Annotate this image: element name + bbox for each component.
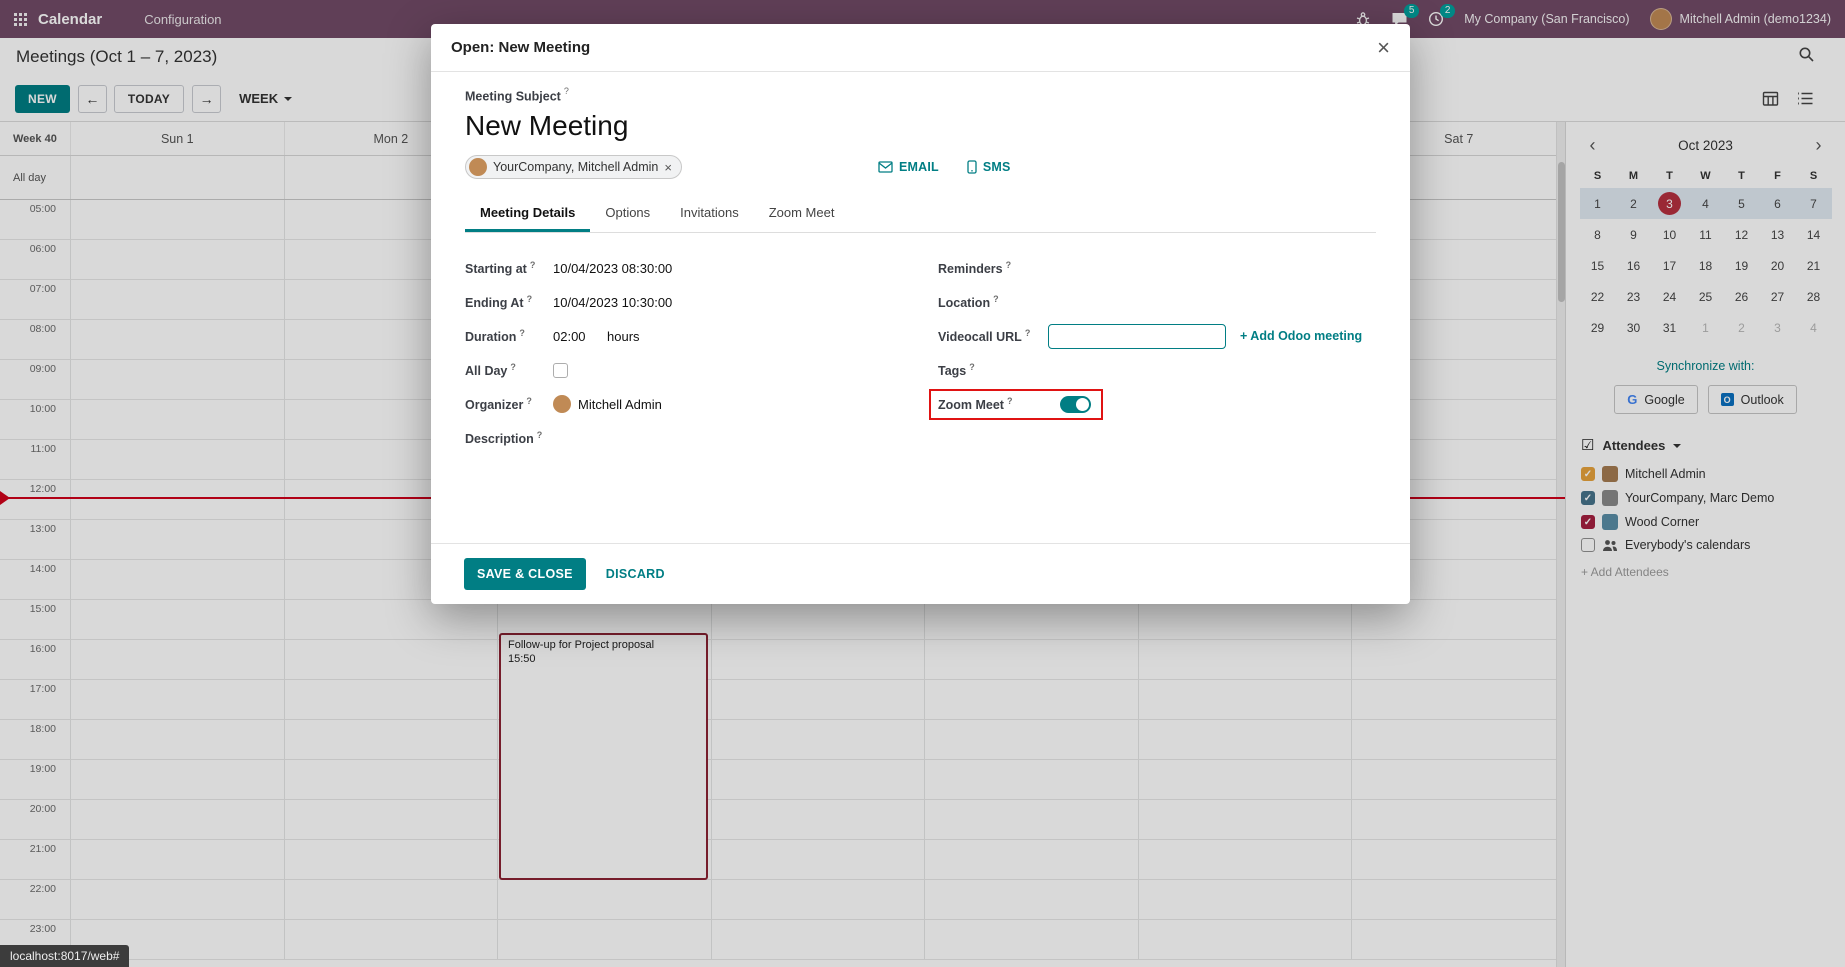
avatar xyxy=(553,395,571,413)
help-icon xyxy=(530,260,536,270)
starting-at-label: Starting at xyxy=(465,260,553,276)
sms-button[interactable]: SMS xyxy=(967,160,1011,174)
save-close-button[interactable]: SAVE & CLOSE xyxy=(464,558,586,590)
tab-invitations[interactable]: Invitations xyxy=(665,196,754,232)
zoom-meet-toggle[interactable] xyxy=(1060,396,1091,413)
all-day-label: All Day xyxy=(465,362,553,378)
browser-status-bar: localhost:8017/web# xyxy=(0,945,129,967)
envelope-icon xyxy=(878,161,893,173)
organizer-name: Mitchell Admin xyxy=(578,397,662,412)
help-icon xyxy=(526,396,532,406)
attendee-tag-label: YourCompany, Mitchell Admin xyxy=(493,160,658,174)
videocall-url-label: Videocall URL xyxy=(938,328,1048,344)
sms-label: SMS xyxy=(983,160,1011,174)
all-day-checkbox[interactable] xyxy=(553,363,568,378)
modal-title: Open: New Meeting xyxy=(451,39,590,56)
discard-button[interactable]: DISCARD xyxy=(596,558,675,590)
new-meeting-modal: Open: New Meeting Meeting Subject New Me… xyxy=(431,24,1410,604)
videocall-url-input[interactable] xyxy=(1048,324,1226,349)
duration-label: Duration xyxy=(465,328,553,344)
zoom-meet-label: Zoom Meet xyxy=(938,396,1048,412)
ending-at-label: Ending At xyxy=(465,294,553,310)
organizer-field[interactable]: Mitchell Admin xyxy=(553,395,662,413)
tags-label: Tags xyxy=(938,362,1048,378)
description-label: Description xyxy=(465,430,553,446)
meeting-subject-label: Meeting Subject xyxy=(465,89,561,103)
close-icon[interactable] xyxy=(1377,37,1390,59)
add-odoo-meeting-link[interactable]: + Add Odoo meeting xyxy=(1240,329,1362,343)
tab-options[interactable]: Options xyxy=(590,196,665,232)
help-icon xyxy=(1007,396,1013,406)
tab-zoom-meet[interactable]: Zoom Meet xyxy=(754,196,850,232)
modal-footer: SAVE & CLOSE DISCARD xyxy=(431,543,1410,604)
help-icon xyxy=(537,430,543,440)
remove-tag-icon[interactable] xyxy=(664,160,672,175)
help-icon xyxy=(1006,260,1012,270)
reminders-label: Reminders xyxy=(938,260,1048,276)
ending-at-field[interactable]: 10/04/2023 10:30:00 xyxy=(553,295,672,310)
help-icon xyxy=(564,86,569,96)
modal-header: Open: New Meeting xyxy=(431,24,1410,72)
modal-body: Meeting Subject New Meeting YourCompany,… xyxy=(431,72,1410,543)
help-icon xyxy=(527,294,533,304)
avatar xyxy=(469,158,487,176)
help-icon xyxy=(1025,328,1031,338)
help-icon xyxy=(510,362,516,372)
mobile-icon xyxy=(967,160,977,174)
location-label: Location xyxy=(938,294,1048,310)
screen: Calendar Configuration 5 2 My Company (S… xyxy=(0,0,1845,967)
attendee-tag[interactable]: YourCompany, Mitchell Admin xyxy=(465,155,682,179)
modal-tabs: Meeting DetailsOptionsInvitationsZoom Me… xyxy=(465,196,1376,233)
organizer-label: Organizer xyxy=(465,396,553,412)
starting-at-field[interactable]: 10/04/2023 08:30:00 xyxy=(553,261,672,276)
tab-meeting-details[interactable]: Meeting Details xyxy=(465,196,590,232)
help-icon xyxy=(993,294,999,304)
help-icon xyxy=(519,328,525,338)
zoom-meet-highlight: Zoom Meet xyxy=(929,389,1103,420)
email-button[interactable]: EMAIL xyxy=(878,160,939,174)
meeting-subject-input[interactable]: New Meeting xyxy=(465,110,1376,142)
duration-field[interactable]: 02:00 xyxy=(553,329,607,344)
help-icon xyxy=(969,362,975,372)
duration-unit: hours xyxy=(607,329,640,344)
email-label: EMAIL xyxy=(899,160,939,174)
